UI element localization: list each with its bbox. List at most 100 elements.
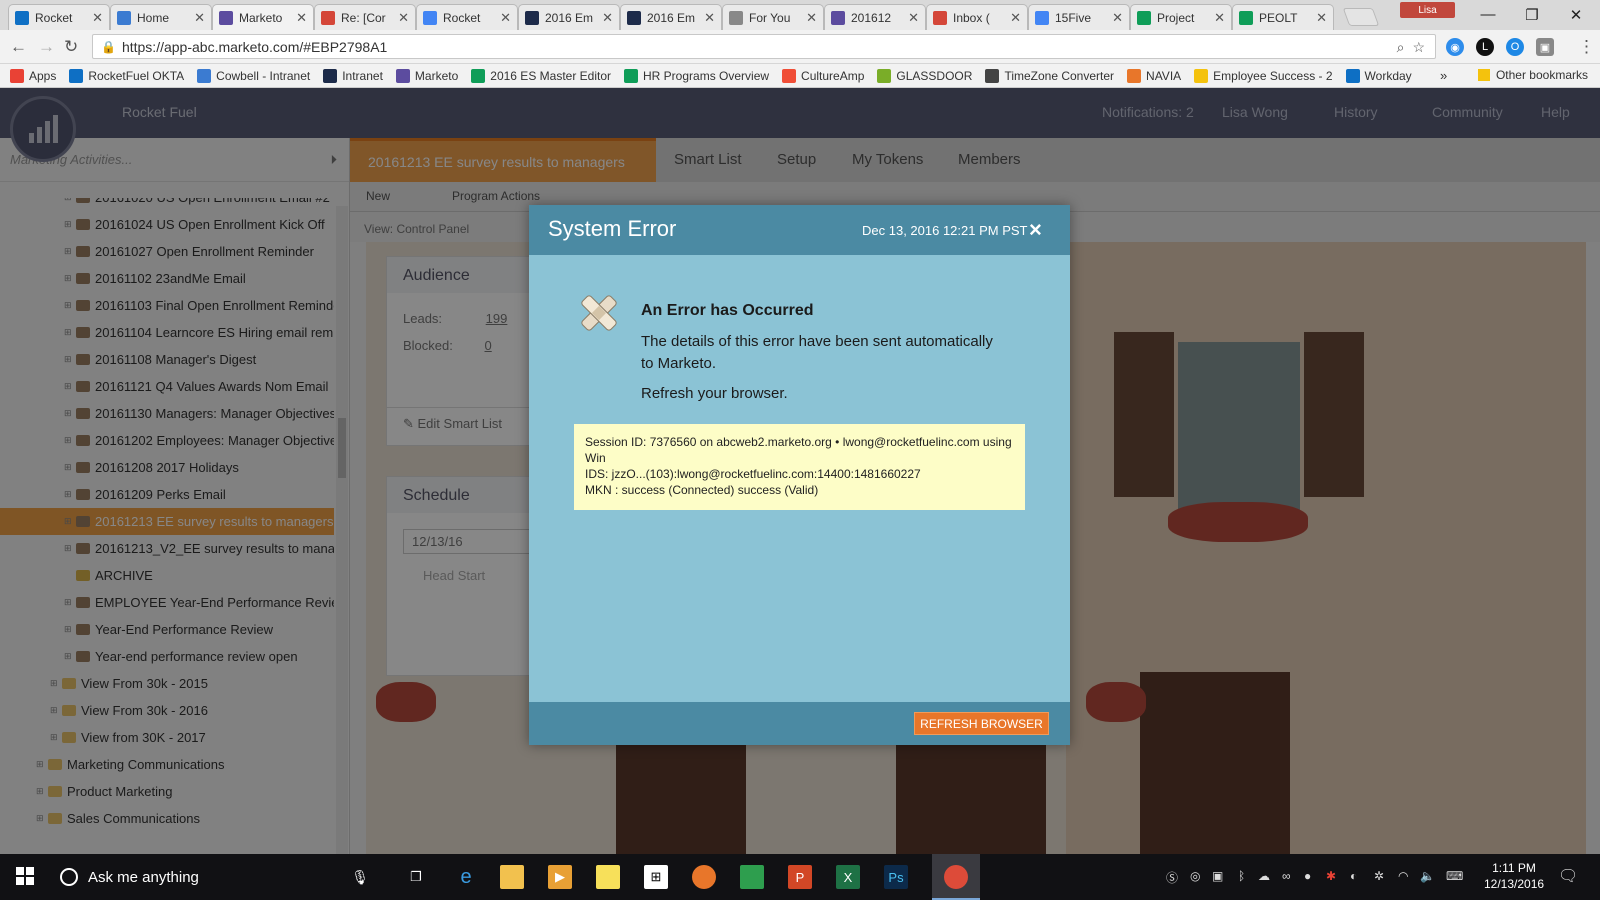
evernote-icon[interactable] xyxy=(740,865,764,889)
bookmark-icon xyxy=(782,68,797,83)
bookmark-label: RocketFuel OKTA xyxy=(88,68,185,83)
close-tab-icon[interactable]: ✕ xyxy=(398,10,409,26)
keyboard-icon[interactable]: ⌨ xyxy=(1446,869,1463,883)
bookmark-star-icon[interactable]: ☆ xyxy=(1412,39,1425,56)
address-bar[interactable]: 🔒 https://app-abc.marketo.com/#EBP2798A1… xyxy=(92,34,1436,59)
excel-icon[interactable]: X xyxy=(836,865,860,889)
browser-tab[interactable]: 2016 Em ✕ xyxy=(518,4,620,30)
bookmark-item[interactable]: CultureAmp xyxy=(782,68,864,83)
other-bookmarks[interactable]: Other bookmarks xyxy=(1477,68,1588,82)
browser-tab[interactable]: Rocket ✕ xyxy=(8,4,110,30)
browser-tab[interactable]: Re: [Cor ✕ xyxy=(314,4,416,30)
clock-date: 12/13/2016 xyxy=(1484,877,1545,891)
forward-icon[interactable]: → xyxy=(38,37,55,57)
firefox-icon[interactable] xyxy=(692,865,716,889)
extension-icon[interactable]: L xyxy=(1476,38,1494,56)
close-icon[interactable]: × xyxy=(1029,217,1042,243)
bookmark-item[interactable]: RocketFuel OKTA xyxy=(69,68,185,83)
browser-tab[interactable]: PEOLT ✕ xyxy=(1232,4,1334,30)
file-explorer-icon[interactable] xyxy=(500,865,524,889)
restore-icon[interactable]: ❐ xyxy=(1522,6,1542,24)
close-tab-icon[interactable]: ✕ xyxy=(1112,10,1123,26)
close-window-icon[interactable]: ✕ xyxy=(1566,6,1586,24)
photoshop-icon[interactable]: Ps xyxy=(884,865,908,889)
extension-icon[interactable]: ▣ xyxy=(1536,38,1554,56)
more-bookmarks-button[interactable]: » xyxy=(1440,68,1447,83)
close-tab-icon[interactable]: ✕ xyxy=(704,10,715,26)
bookmark-item[interactable]: Intranet xyxy=(323,68,383,83)
media-player-icon[interactable]: ▶ xyxy=(548,865,572,889)
browser-tab[interactable]: Marketo ✕ xyxy=(212,4,314,30)
cortana-search-box[interactable]: Ask me anything 🎙 xyxy=(48,854,383,900)
refresh-browser-button[interactable]: REFRESH BROWSER xyxy=(914,712,1049,735)
chrome-icon[interactable] xyxy=(944,865,968,889)
bookmark-item[interactable]: GLASSDOOR xyxy=(877,68,972,83)
bookmark-item[interactable]: HR Programs Overview xyxy=(624,68,769,83)
bookmark-item[interactable]: Marketo xyxy=(395,68,458,83)
extension-icon[interactable]: ◉ xyxy=(1446,38,1464,56)
new-tab-button[interactable] xyxy=(1342,8,1380,26)
browser-tab[interactable]: Home ✕ xyxy=(110,4,212,30)
skype-icon[interactable]: Ⓢ xyxy=(1166,869,1178,886)
tray-icon[interactable]: ● xyxy=(1304,869,1311,883)
browser-tab[interactable]: For You ✕ xyxy=(722,4,824,30)
store-icon[interactable]: ⊞ xyxy=(644,865,668,889)
onedrive-icon[interactable]: ☁ xyxy=(1258,869,1270,883)
tray-icon[interactable]: ▣ xyxy=(1212,869,1223,883)
browser-tab[interactable]: 15Five ✕ xyxy=(1028,4,1130,30)
close-tab-icon[interactable]: ✕ xyxy=(194,10,205,26)
bluetooth-icon[interactable]: ᛒ xyxy=(1238,869,1245,883)
reload-icon[interactable]: ↻ xyxy=(64,37,78,57)
bookmark-label: Cowbell - Intranet xyxy=(216,68,311,83)
profile-button[interactable]: Lisa xyxy=(1400,2,1455,18)
minimize-icon[interactable]: — xyxy=(1478,6,1498,23)
close-tab-icon[interactable]: ✕ xyxy=(1010,10,1021,26)
close-tab-icon[interactable]: ✕ xyxy=(1214,10,1225,26)
page-icon xyxy=(729,10,743,25)
browser-tab-label: 15Five xyxy=(1055,10,1092,25)
windows-start-icon[interactable] xyxy=(16,867,34,885)
volume-icon[interactable]: 🔈 xyxy=(1420,869,1435,883)
task-view-icon[interactable]: ❐ xyxy=(404,865,428,889)
browser-tab-strip: Rocket ✕ Home ✕ Marketo ✕ Re: [Cor ✕ Rocket ✕ 2016… xyxy=(0,0,1600,30)
powerpoint-icon[interactable]: P xyxy=(788,865,812,889)
bookmark-item[interactable]: Apps xyxy=(10,68,56,83)
browser-tab[interactable]: 201612 ✕ xyxy=(824,4,926,30)
tray-icon[interactable]: ◎ xyxy=(1190,869,1200,883)
close-tab-icon[interactable]: ✕ xyxy=(602,10,613,26)
action-center-icon[interactable]: 🗨 xyxy=(1558,866,1578,886)
close-tab-icon[interactable]: ✕ xyxy=(296,10,307,26)
address-toolbar: ← → ↻ 🔒 https://app-abc.marketo.com/#EBP… xyxy=(0,30,1600,64)
system-clock[interactable]: 1:11 PM 12/13/2016 xyxy=(1484,860,1544,892)
search-icon[interactable]: ⌕ xyxy=(1397,39,1405,56)
browser-tab-label: Re: [Cor xyxy=(341,10,386,25)
tray-icon[interactable]: ✱ xyxy=(1326,869,1336,883)
close-tab-icon[interactable]: ✕ xyxy=(1316,10,1327,26)
browser-tab[interactable]: Inbox (✕ xyxy=(926,4,1028,30)
bookmark-icon xyxy=(985,68,1000,83)
close-tab-icon[interactable]: ✕ xyxy=(500,10,511,26)
browser-tab[interactable]: Rocket ✕ xyxy=(416,4,518,30)
extension-icon[interactable]: O xyxy=(1506,38,1524,56)
close-tab-icon[interactable]: ✕ xyxy=(92,10,103,26)
tray-icon[interactable]: ◐ xyxy=(1350,869,1357,883)
edge-icon[interactable]: e xyxy=(454,865,478,889)
menu-icon[interactable]: ⋮ xyxy=(1578,37,1595,57)
intranet-icon xyxy=(627,10,641,25)
back-icon[interactable]: ← xyxy=(10,37,27,57)
bookmark-item[interactable]: Employee Success - 2 xyxy=(1194,68,1333,83)
bookmark-item[interactable]: Workday xyxy=(1345,68,1412,83)
browser-tab[interactable]: 2016 Em ✕ xyxy=(620,4,722,30)
bookmark-item[interactable]: NAVIA xyxy=(1127,68,1181,83)
close-tab-icon[interactable]: ✕ xyxy=(806,10,817,26)
bookmark-item[interactable]: 2016 ES Master Editor xyxy=(471,68,611,83)
bookmark-item[interactable]: TimeZone Converter xyxy=(985,68,1114,83)
tray-icon[interactable]: ∞ xyxy=(1282,869,1291,883)
bookmark-item[interactable]: Cowbell - Intranet xyxy=(197,68,311,83)
browser-tab[interactable]: Project ✕ xyxy=(1130,4,1232,30)
microphone-icon[interactable]: 🎙 xyxy=(351,869,369,886)
close-tab-icon[interactable]: ✕ xyxy=(908,10,919,26)
wifi-icon[interactable]: ◠ xyxy=(1398,869,1408,883)
sticky-notes-icon[interactable] xyxy=(596,865,620,889)
tray-icon[interactable]: ✲ xyxy=(1374,869,1384,883)
